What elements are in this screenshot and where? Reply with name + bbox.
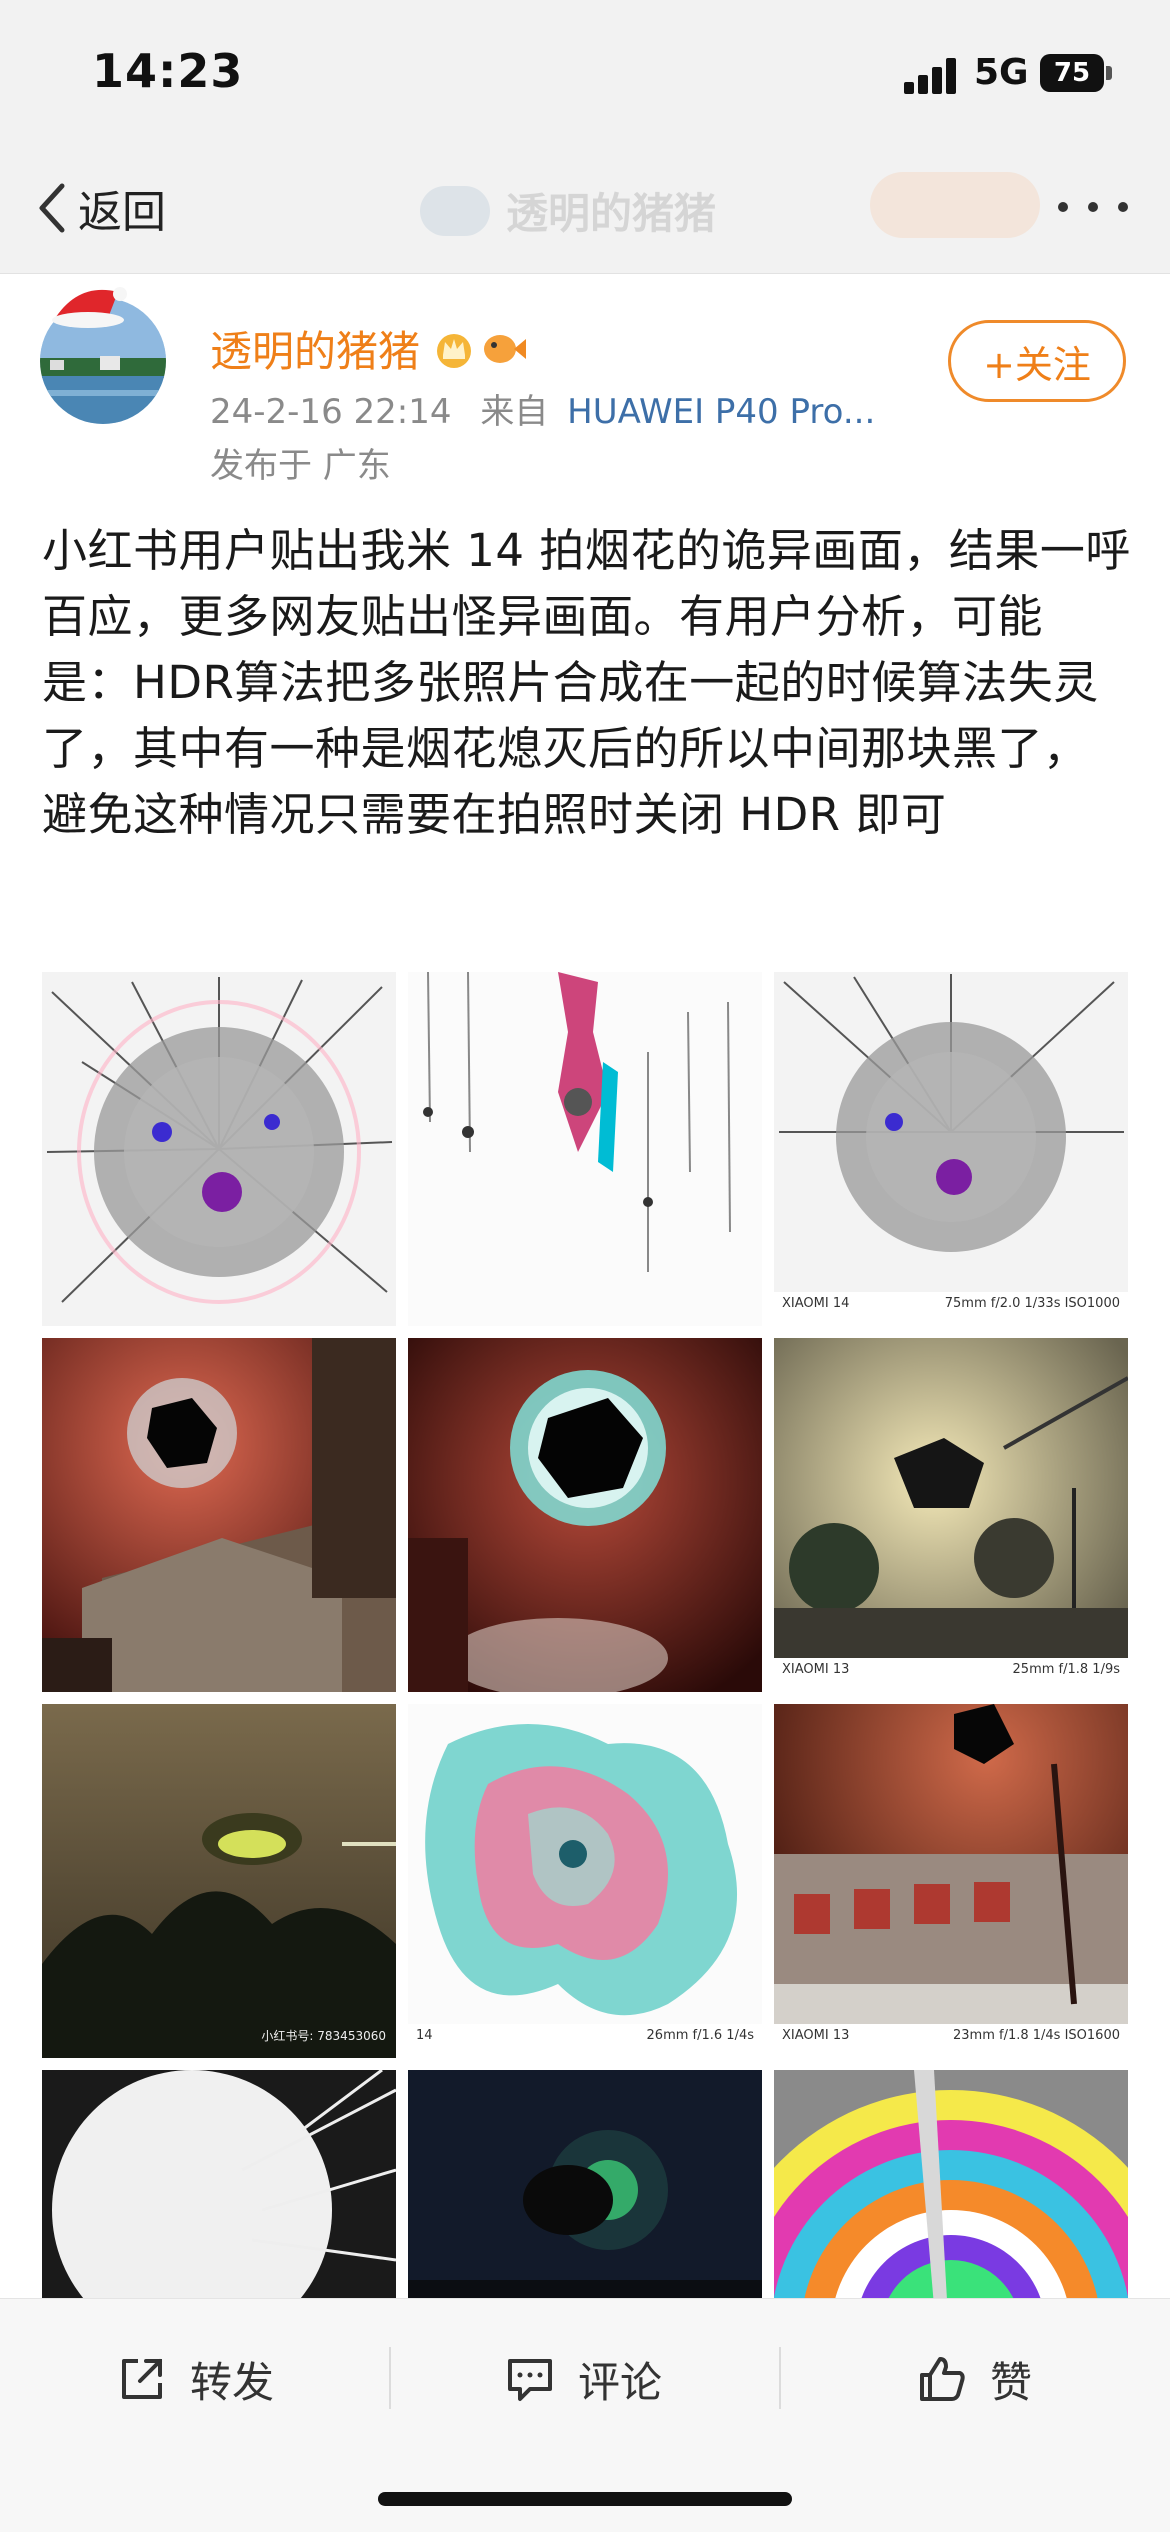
photo-2[interactable] (408, 972, 762, 1326)
status-bar: 14:23 5G 75 (0, 0, 1170, 140)
more-dot-icon (1058, 202, 1068, 212)
firework-glitch-image (774, 972, 1128, 1326)
faded-follow-button (870, 172, 1040, 238)
caption-device: XIAOMI 14 (782, 1296, 850, 1311)
caption-exif: 23mm f/1.8 1/4s ISO1600 (953, 2028, 1120, 2043)
follow-button[interactable]: +关注 (948, 320, 1126, 402)
photo-3[interactable]: XIAOMI 14 75mm f/2.0 1/33s ISO1000 (774, 972, 1128, 1326)
photo-grid: XIAOMI 14 75mm f/2.0 1/33s ISO1000 XIAOM… (42, 972, 1128, 2424)
caption-exif: 25mm f/1.8 1/9s (1012, 1662, 1120, 1677)
photo-4[interactable] (42, 1338, 396, 1692)
vip-crown-icon (437, 333, 472, 368)
status-time: 14:23 (92, 44, 244, 98)
caption-device: XIAOMI 13 (782, 2028, 850, 2043)
photo-caption: 14 26mm f/1.6 1/4s (408, 2024, 762, 2058)
post-meta: 24-2-16 22:14 来自 HUAWEI P40 Pro... (210, 384, 875, 433)
post-location: 发布于 广东 (210, 446, 391, 486)
device-source-link[interactable]: HUAWEI P40 Pro... (567, 392, 875, 432)
firework-glitch-image (42, 972, 396, 1326)
caption-exif: 75mm f/2.0 1/33s ISO1000 (944, 1296, 1120, 1311)
comment-label: 评论 (578, 2357, 663, 2407)
red-sky-wall-image (774, 1704, 1128, 2058)
photo-caption: XIAOMI 13 25mm f/1.8 1/9s (774, 1658, 1128, 1692)
username[interactable]: 透明的猪猪 (210, 318, 420, 379)
nav-faded-title: 透明的猪猪 (420, 180, 716, 241)
red-sky-black-hole-image (42, 1338, 396, 1692)
photo-9[interactable]: XIAOMI 13 23mm f/1.8 1/4s ISO1600 (774, 1704, 1128, 2058)
photo-caption: XIAOMI 14 75mm f/2.0 1/33s ISO1000 (774, 1292, 1128, 1326)
cellular-signal-icon (904, 58, 958, 94)
photo-6[interactable]: XIAOMI 13 25mm f/1.8 1/9s (774, 1338, 1128, 1692)
thumbs-up-icon (920, 2357, 965, 2401)
foggy-forest-firework-image (42, 1704, 396, 2058)
caption-exif: 26mm f/1.6 1/4s (646, 2028, 754, 2043)
more-dot-icon (1088, 202, 1098, 212)
santa-hat-icon (52, 287, 127, 328)
nav-bar: 返回 透明的猪猪 (0, 140, 1170, 274)
more-options-button[interactable] (1058, 192, 1128, 222)
post-date: 24-2-16 22:14 (210, 392, 452, 432)
home-indicator[interactable] (378, 2492, 792, 2506)
photo-5[interactable] (408, 1338, 762, 1692)
photo-7[interactable]: 小红书号: 783453060 (42, 1704, 396, 2058)
white-glitch-image (408, 972, 762, 1326)
teal-pink-glitch-image (408, 1704, 762, 2058)
action-divider (779, 2347, 781, 2409)
sepia-street-image (774, 1338, 1128, 1692)
xiaohongshu-watermark: 小红书号: 783453060 (261, 2029, 386, 2043)
comment-button[interactable]: 评论 (504, 2339, 662, 2419)
weibo-post-screen: 14:23 5G 75 返回 透明的猪猪 透明的猪猪 24-2-16 22:14… (0, 0, 1170, 2532)
battery-icon: 75 (1040, 54, 1112, 92)
action-divider (389, 2347, 391, 2409)
caption-device: XIAOMI 13 (782, 1662, 850, 1677)
red-sky-black-hole-image (408, 1338, 762, 1692)
repost-label: 转发 (190, 2357, 275, 2407)
source-prefix: 来自 (480, 392, 549, 432)
battery-level: 75 (1040, 54, 1104, 92)
caption-device: 14 (416, 2028, 433, 2043)
pufferfish-badge-icon (484, 334, 527, 363)
comment-icon (508, 2359, 552, 2401)
post-author[interactable]: 透明的猪猪 (210, 318, 527, 379)
faded-avatar (420, 185, 490, 236)
more-dot-icon (1118, 202, 1128, 212)
like-label: 赞 (990, 2357, 1033, 2407)
like-button[interactable]: 赞 (916, 2339, 1032, 2419)
photo-8[interactable]: 14 26mm f/1.6 1/4s (408, 1704, 762, 2058)
photo-1[interactable] (42, 972, 396, 1326)
faded-username: 透明的猪猪 (506, 189, 717, 238)
chevron-left-icon (39, 183, 65, 233)
post-body-text: 小红书用户贴出我米 14 拍烟花的诡异画面，结果一呼百应，更多网友贴出怪异画面。… (42, 524, 1131, 841)
back-button[interactable]: 返回 (32, 168, 166, 248)
back-label: 返回 (78, 187, 166, 238)
photo-caption: XIAOMI 13 23mm f/1.8 1/4s ISO1600 (774, 2024, 1128, 2058)
share-icon (122, 2359, 162, 2399)
network-type: 5G (974, 52, 1029, 93)
repost-button[interactable]: 转发 (116, 2339, 274, 2419)
